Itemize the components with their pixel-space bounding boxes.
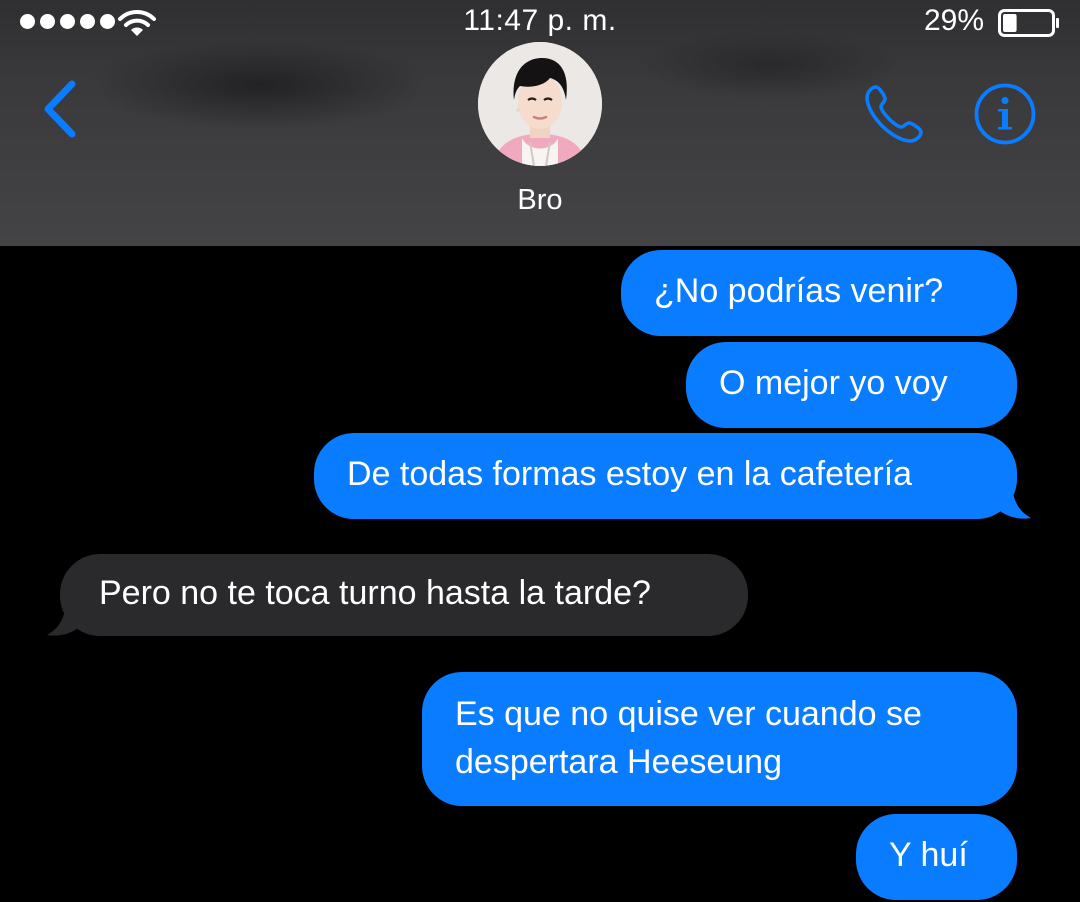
message-text: Pero no te toca turno hasta la tarde? [99, 574, 651, 612]
status-time: 11:47 p. m. [463, 4, 617, 37]
info-icon[interactable] [973, 82, 1037, 146]
message-text: Y huí [889, 836, 968, 874]
message-bubble-received[interactable]: Pero no te toca turno hasta la tarde? [60, 554, 748, 636]
message-text: ¿No podrías venir? [654, 272, 944, 310]
message-text: O mejor yo voy [719, 364, 948, 402]
message-text-line: despertara Heeseung [455, 743, 783, 781]
message-bubble-sent[interactable]: Y huí [856, 814, 1017, 900]
message-bubble-sent[interactable]: Es que no quise ver cuando se despertara… [422, 672, 1017, 806]
avatar-image [478, 42, 602, 166]
header-blur [90, 40, 430, 130]
message-thread: ¿No podrías venir? O mejor yo voy De tod… [0, 246, 1080, 902]
message-text: De todas formas estoy en la cafetería [347, 455, 913, 493]
battery-icon [998, 9, 1059, 37]
phone-icon[interactable] [862, 82, 928, 146]
contact-name[interactable]: Bro [0, 184, 1080, 217]
bubble-tail [47, 598, 88, 636]
conversation-header: 11:47 p. m. 29% Bro [0, 0, 1080, 246]
message-text-line: Es que no quise ver cuando se [455, 695, 922, 733]
message-bubble-sent[interactable]: O mejor yo voy [686, 342, 1017, 428]
messages-screen: 11:47 p. m. 29% Bro ¿No podrías venir? O… [0, 0, 1080, 902]
bubble-tail [990, 481, 1031, 519]
contact-avatar[interactable] [478, 42, 602, 166]
message-bubble-sent[interactable]: De todas formas estoy en la cafetería [314, 433, 1017, 519]
message-bubble-sent[interactable]: ¿No podrías venir? [621, 250, 1017, 336]
status-bar: 11:47 p. m. 29% [0, 0, 1080, 46]
back-chevron-icon[interactable] [38, 78, 82, 140]
battery-percentage: 29% [923, 4, 984, 37]
